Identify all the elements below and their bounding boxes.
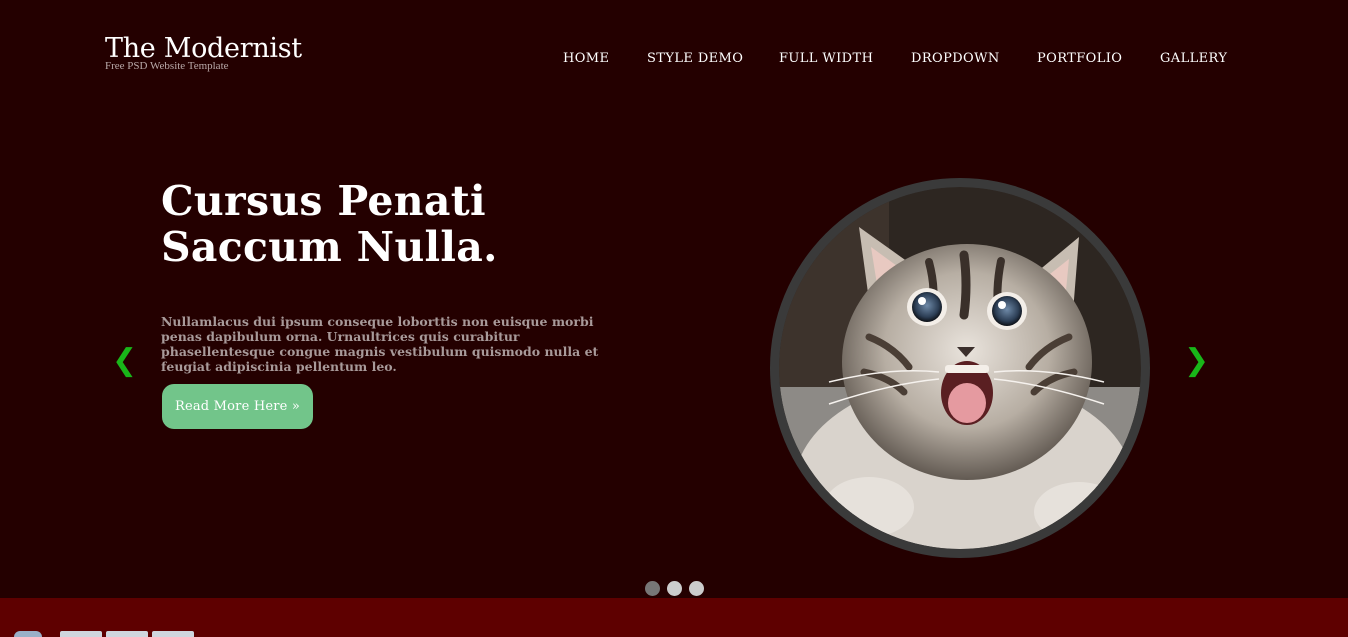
hero-image-frame <box>770 178 1150 558</box>
slider-dot-2[interactable] <box>667 581 682 596</box>
chevron-left-icon[interactable]: ❮ <box>112 343 137 379</box>
nav-item-gallery[interactable]: GALLERY <box>1160 51 1227 66</box>
hero-title: Cursus Penati Saccum Nulla. <box>161 178 681 270</box>
content-band <box>0 598 1348 637</box>
nav-item-portfolio[interactable]: PORTFOLIO <box>1037 51 1122 66</box>
taskbar-button[interactable] <box>106 631 148 637</box>
nav-item-home[interactable]: HOME <box>563 51 609 66</box>
main-nav: HOME STYLE DEMO FULL WIDTH DROPDOWN PORT… <box>0 51 1348 71</box>
page: The Modernist Free PSD Website Template … <box>0 0 1348 637</box>
nav-item-dropdown[interactable]: DROPDOWN <box>911 51 1000 66</box>
chevron-right-icon[interactable]: ❯ <box>1184 343 1209 379</box>
hero-title-line-2: Saccum Nulla. <box>161 223 498 271</box>
slider-dot-3[interactable] <box>689 581 704 596</box>
taskbar-button[interactable] <box>152 631 194 637</box>
read-more-button[interactable]: Read More Here » <box>162 384 313 429</box>
hero-title-line-1: Cursus Penati <box>161 177 486 225</box>
nav-item-full-width[interactable]: FULL WIDTH <box>779 51 873 66</box>
kitten-photo <box>779 187 1141 549</box>
hero-description: Nullamlacus dui ipsum conseque loborttis… <box>161 314 599 374</box>
start-orb-icon[interactable] <box>14 631 42 637</box>
taskbar-button[interactable] <box>60 631 102 637</box>
slider-dot-1[interactable] <box>645 581 660 596</box>
nav-item-style-demo[interactable]: STYLE DEMO <box>647 51 743 66</box>
